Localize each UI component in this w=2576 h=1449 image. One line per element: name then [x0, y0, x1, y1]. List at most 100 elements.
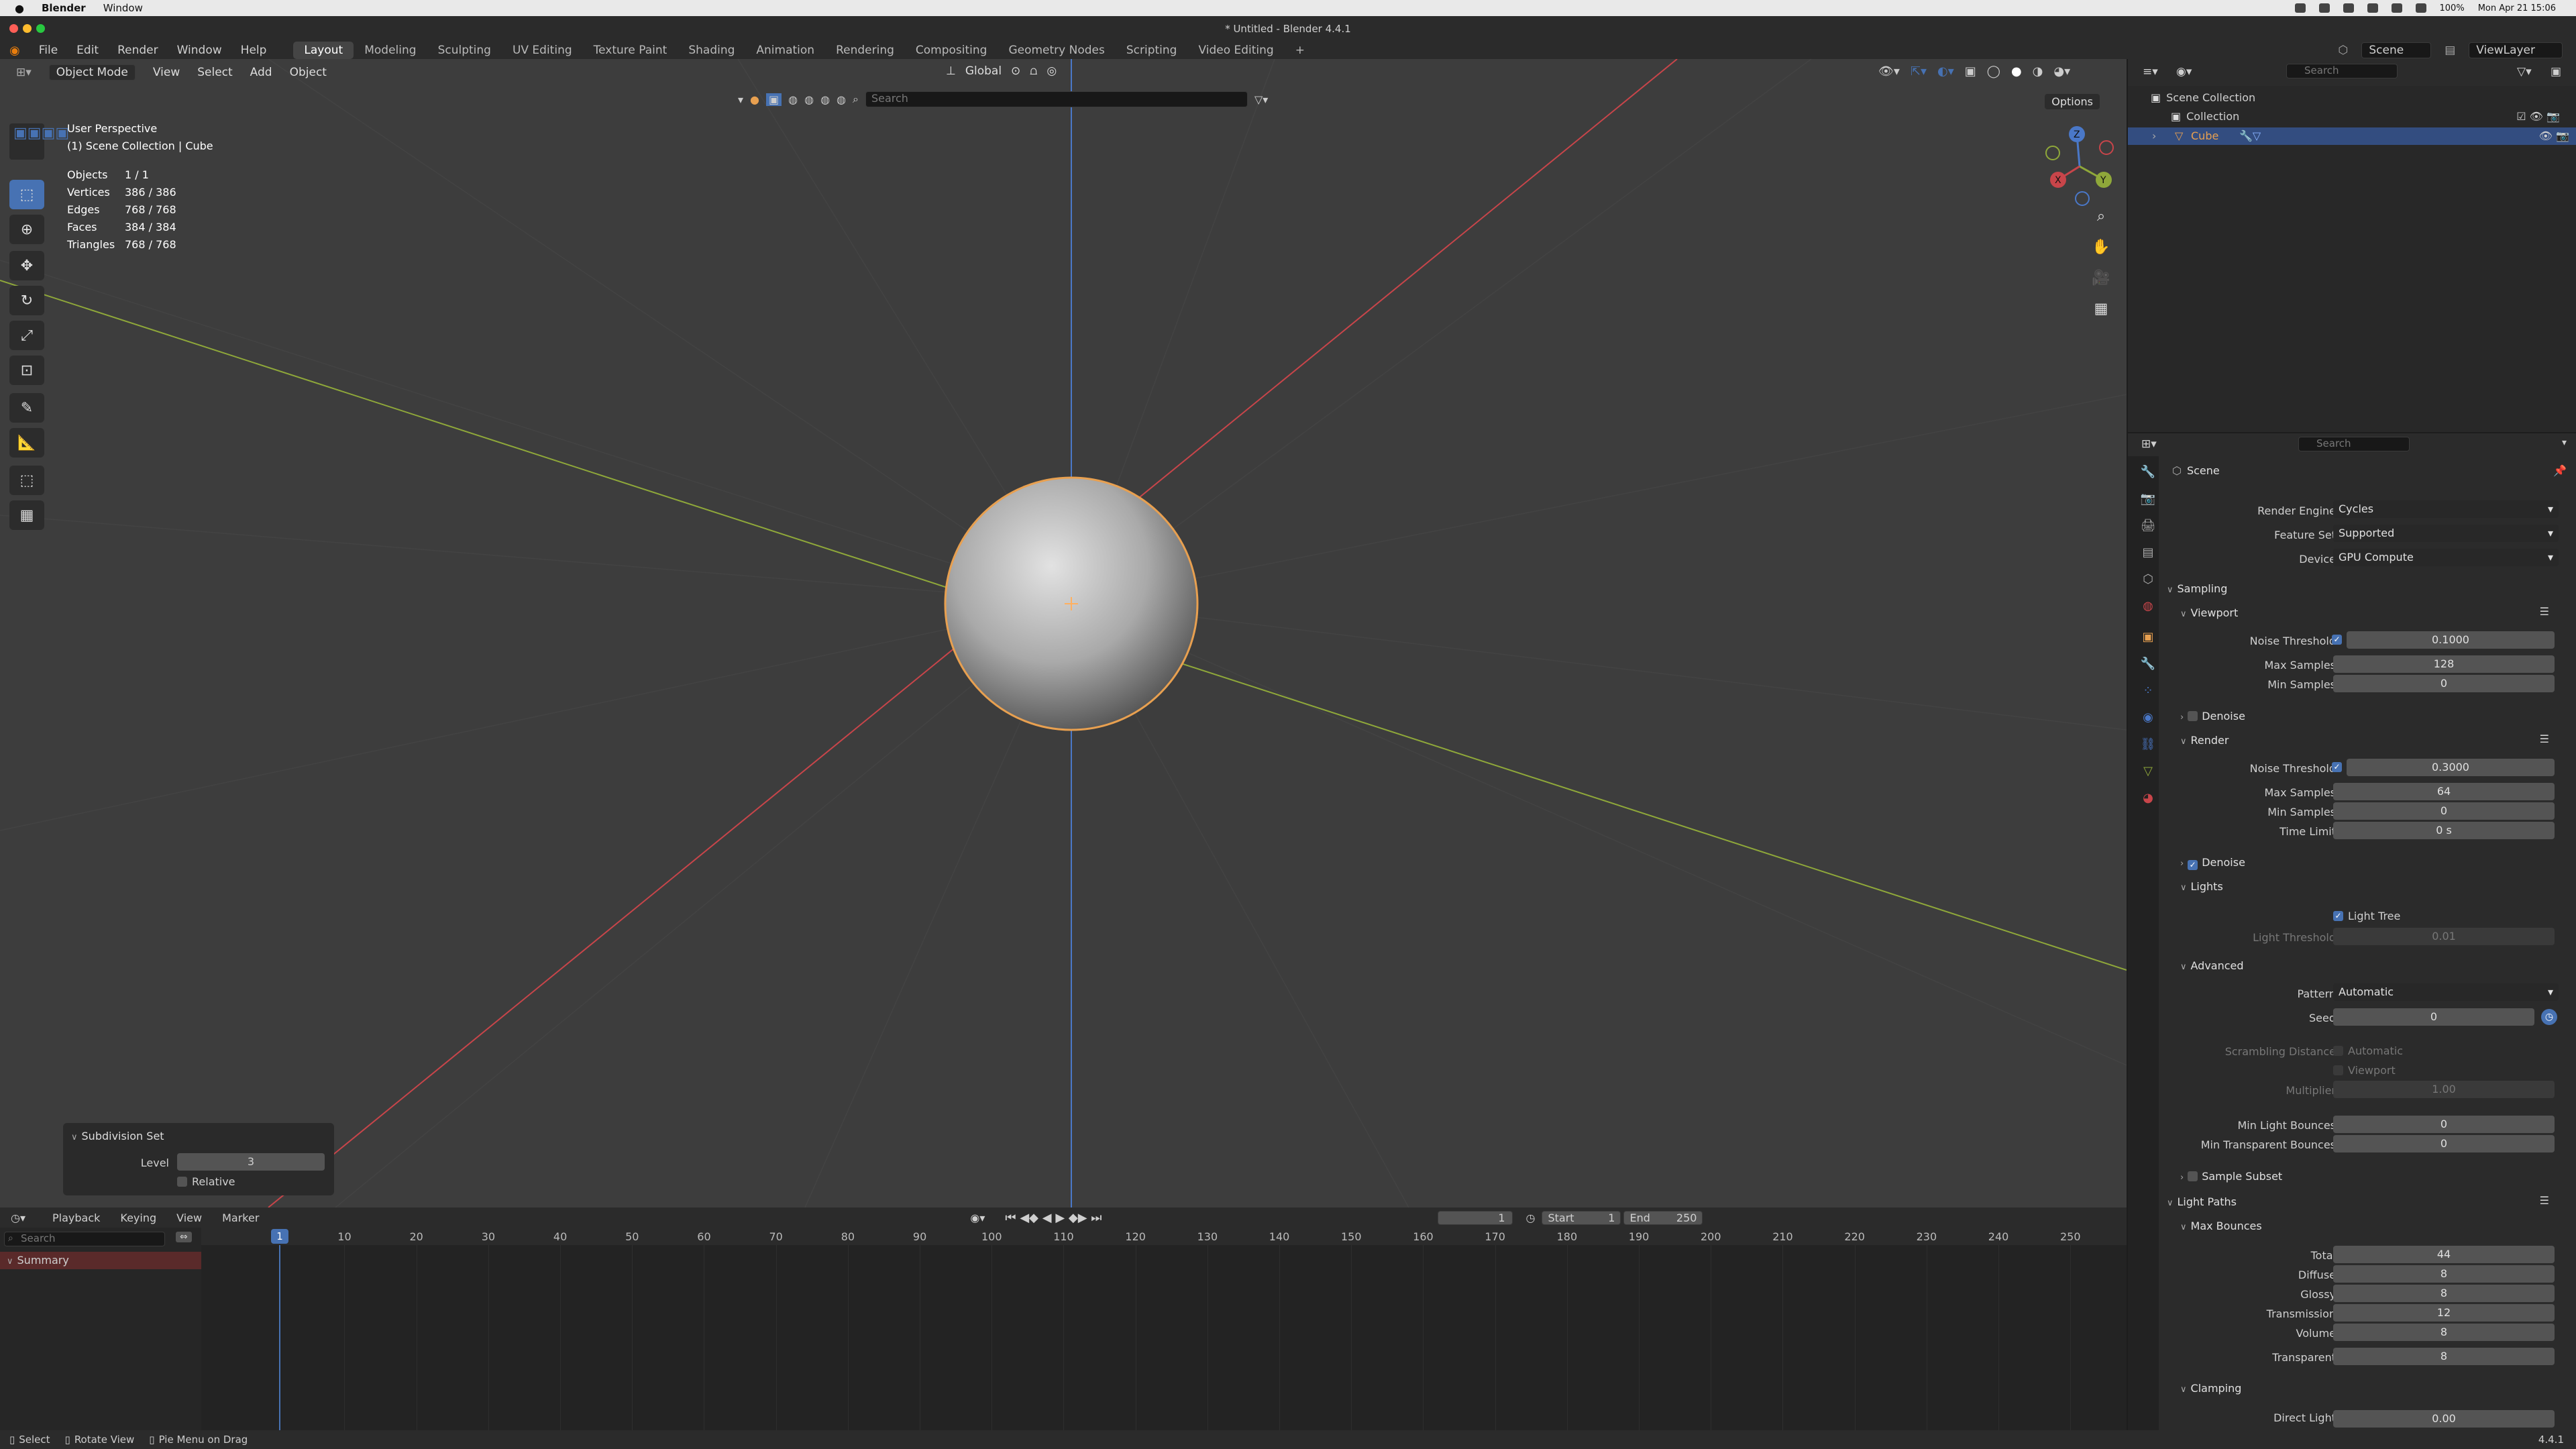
editor-type-icon[interactable]: ≡▾: [2143, 65, 2158, 78]
object-type-icon[interactable]: ◍: [804, 93, 814, 106]
device-dropdown[interactable]: GPU Compute ▾: [2333, 549, 2559, 566]
status-icon[interactable]: [2294, 3, 2306, 13]
3d-viewport[interactable]: ⊞▾ Object Mode View Select Add Object ⊥ …: [0, 59, 2127, 1208]
status-icon[interactable]: [2343, 3, 2354, 13]
min-transparent-bounces-field[interactable]: 0: [2333, 1135, 2555, 1152]
scrambling-automatic-checkbox[interactable]: [2333, 1046, 2343, 1056]
summary-channel[interactable]: ∨ Summary: [0, 1252, 201, 1269]
measure-tool-icon[interactable]: 📐: [9, 428, 44, 458]
outliner-editor[interactable]: ≡▾ ◉▾ ⌕ Search ▽▾ ▣ ▣Scene Collection ▣C…: [2128, 59, 2576, 432]
outliner-item-scene-collection[interactable]: ▣ Scene Collection: [2151, 91, 2255, 104]
properties-search-input[interactable]: Search: [2298, 437, 2410, 451]
snap-icon[interactable]: ⩍: [1030, 64, 1037, 78]
menu-keying[interactable]: Keying: [120, 1212, 156, 1224]
shading-icon[interactable]: ●: [750, 93, 759, 106]
preset-list-icon[interactable]: ☰: [2540, 605, 2549, 618]
tab-sculpting[interactable]: Sculpting: [427, 42, 502, 59]
outliner-item-cube[interactable]: › ▽ Cube 🔧▽ 👁 📷: [2128, 127, 2576, 145]
vp-max-samples-field[interactable]: 128: [2333, 655, 2555, 673]
timeline-editor[interactable]: ◷▾ Playback Keying View Marker ◉▾ ⏮ ◀◆ ◀…: [0, 1208, 2127, 1430]
xray-icon[interactable]: ▣: [1965, 64, 1976, 78]
editor-type-icon[interactable]: ⊞▾: [2141, 437, 2157, 451]
status-icon[interactable]: [2367, 3, 2378, 13]
pan-view-icon[interactable]: ✋: [2088, 233, 2114, 260]
physics-tab-icon[interactable]: ◉: [2139, 708, 2157, 727]
battery-percent[interactable]: 100%: [2440, 3, 2465, 13]
menu-view[interactable]: View: [176, 1212, 202, 1224]
object-type-icon[interactable]: ◍: [837, 93, 846, 106]
gizmo-toggle-icon[interactable]: ⇱▾: [1911, 64, 1927, 78]
dropdown-icon[interactable]: ▾: [2562, 437, 2567, 448]
feature-set-dropdown[interactable]: Supported ▾: [2333, 525, 2559, 542]
editor-type-icon[interactable]: ◷▾: [11, 1212, 25, 1224]
lights-subpanel-header[interactable]: ∨ Lights: [2180, 880, 2223, 893]
pattern-dropdown[interactable]: Automatic ▾: [2333, 983, 2559, 1001]
tab-uv-editing[interactable]: UV Editing: [502, 42, 583, 59]
add-workspace-button[interactable]: +: [1285, 42, 1316, 59]
mode-selector[interactable]: Object Mode: [48, 64, 136, 80]
advanced-subpanel-header[interactable]: ∨ Advanced: [2180, 959, 2244, 972]
viewport-subpanel-header[interactable]: ∨ Viewport: [2180, 606, 2238, 619]
proportional-edit-icon[interactable]: ◎: [1046, 64, 1057, 78]
r-time-limit-field[interactable]: 0 s: [2333, 822, 2555, 839]
apple-icon[interactable]: ●: [15, 2, 24, 15]
outliner-search-input[interactable]: Search: [2286, 64, 2398, 78]
playhead-indicator[interactable]: 1: [271, 1229, 288, 1244]
light-tree-checkbox[interactable]: ✓: [2333, 911, 2343, 921]
menu-object[interactable]: Object: [290, 66, 327, 79]
camera-view-icon[interactable]: 🎥: [2088, 264, 2114, 291]
tab-texture-paint[interactable]: Texture Paint: [583, 42, 678, 59]
blender-logo-icon[interactable]: ◉: [9, 44, 20, 58]
playback-controls[interactable]: ⏮ ◀◆ ◀ ▶ ◆▶ ⏭: [1005, 1211, 1102, 1225]
volume-bounces-field[interactable]: 8: [2333, 1324, 2555, 1341]
scrambling-viewport-checkbox[interactable]: [2333, 1065, 2343, 1075]
tab-geometry-nodes[interactable]: Geometry Nodes: [998, 42, 1115, 59]
tab-shading[interactable]: Shading: [678, 42, 745, 59]
transmission-bounces-field[interactable]: 12: [2333, 1304, 2555, 1322]
overlay-toggle-icon[interactable]: ◐▾: [1937, 64, 1954, 78]
scale-tool-icon[interactable]: ⤢: [9, 321, 44, 350]
r-denoise-subpanel[interactable]: › ✓ Denoise: [2180, 856, 2245, 870]
options-button[interactable]: Options: [2045, 94, 2100, 109]
scene-selector[interactable]: Scene: [2361, 42, 2432, 58]
seed-field[interactable]: 0: [2333, 1008, 2534, 1026]
dropdown-icon[interactable]: ▾: [738, 93, 743, 106]
outliner-item-collection[interactable]: ▣ Collection ☑ 👁 📷: [2171, 110, 2567, 123]
render-subpanel-header[interactable]: ∨ Render: [2180, 734, 2229, 747]
menu-help[interactable]: Help: [241, 44, 267, 57]
tool-tab-icon[interactable]: 🔧: [2139, 463, 2157, 482]
sampling-panel-header[interactable]: ∨ Sampling: [2167, 582, 2227, 595]
menu-select[interactable]: Select: [197, 66, 232, 79]
preset-list-icon[interactable]: ☰: [2540, 1194, 2549, 1207]
scene-tab-icon[interactable]: ⬡: [2139, 570, 2157, 589]
status-icon[interactable]: [2318, 3, 2330, 13]
properties-editor[interactable]: ⊞▾ ⌕ Search ▾ 🔧 📷 🖨 ▤ ⬡ ◍ ▣ 🔧 ⁘ ◉ ⛓ ▽ ◕ …: [2128, 433, 2576, 1430]
select-box-icon[interactable]: ▣: [766, 93, 782, 106]
menu-marker[interactable]: Marker: [222, 1212, 259, 1224]
view-layer-selector[interactable]: ViewLayer: [2469, 42, 2563, 58]
menu-add[interactable]: Add: [250, 66, 272, 79]
menu-window[interactable]: Window: [177, 44, 222, 57]
vp-denoise-subpanel[interactable]: › Denoise: [2180, 710, 2245, 722]
clamping-subpanel-header[interactable]: ∨ Clamping: [2180, 1382, 2241, 1395]
timeline-area[interactable]: 1 10 20 30 40 50 60 70 80 90 100 110 120 130 140 150 16…: [201, 1228, 2127, 1430]
ortho-toggle-icon[interactable]: ▦: [2088, 295, 2114, 322]
timeline-search-input[interactable]: Search: [4, 1232, 165, 1246]
object-type-icon[interactable]: ◍: [788, 93, 798, 106]
pivot-icon[interactable]: ⊙: [1011, 64, 1020, 78]
transform-tool-icon[interactable]: ⊡: [9, 356, 44, 385]
zoom-view-icon[interactable]: ⌕: [2088, 203, 2114, 229]
preset-list-icon[interactable]: ☰: [2540, 733, 2549, 745]
status-icon[interactable]: [2391, 3, 2402, 13]
vp-noise-threshold-checkbox[interactable]: ✓: [2332, 635, 2342, 645]
diffuse-bounces-field[interactable]: 8: [2333, 1265, 2555, 1283]
total-bounces-field[interactable]: 44: [2333, 1246, 2555, 1263]
orientation-selector[interactable]: Global: [965, 64, 1002, 78]
editor-type-icon[interactable]: ⊞▾: [16, 66, 32, 79]
menu-render[interactable]: Render: [117, 44, 158, 57]
window-menu[interactable]: Window: [103, 2, 143, 14]
pin-icon[interactable]: 📌: [2553, 464, 2567, 477]
menu-edit[interactable]: Edit: [76, 44, 99, 57]
vp-noise-threshold-field[interactable]: 0.1000: [2347, 631, 2555, 649]
transparent-bounces-field[interactable]: 8: [2333, 1348, 2555, 1365]
